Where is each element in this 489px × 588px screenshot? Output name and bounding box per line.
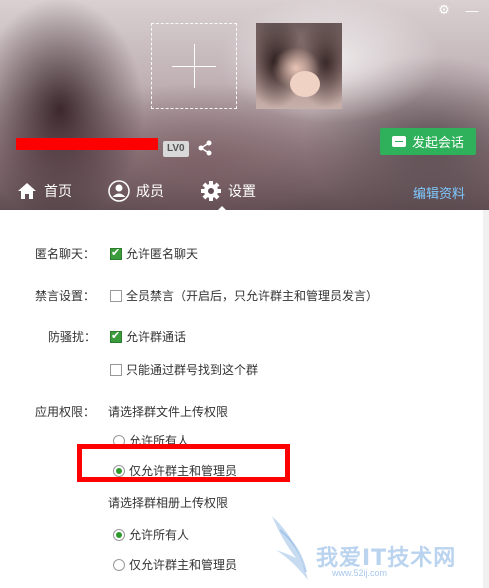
group-avatar[interactable]	[256, 23, 342, 109]
mute-all-option[interactable]: 全员禁言（开启后，只允许群主和管理员发言）	[110, 287, 378, 304]
window-controls: ⚙ —	[435, 2, 481, 18]
member-icon	[108, 180, 130, 202]
mute-setting-label: 禁言设置：	[35, 289, 96, 303]
mute-all-option-label: 全员禁言（开启后，只允许群主和管理员发言）	[126, 289, 379, 303]
album-permission-admin-radio[interactable]	[113, 558, 125, 571]
chat-icon	[391, 136, 406, 147]
edit-profile-link[interactable]: 编辑资料	[413, 183, 465, 202]
settings-panel	[0, 210, 489, 588]
album-permission-all-label: 允许所有人	[129, 528, 190, 542]
highlight-annotation-box	[77, 444, 290, 482]
group-header: ⚙ — LV0 发起会话 首页 成员 设置 编辑资料	[0, 0, 489, 210]
find-by-number-option[interactable]: 只能通过群号找到这个群	[110, 361, 258, 378]
avatar-photo-detail	[290, 71, 320, 97]
app-permission-label: 应用权限：	[35, 405, 96, 419]
redacted-group-name	[16, 138, 158, 150]
tab-members[interactable]: 成员	[108, 180, 164, 202]
minimize-icon[interactable]: —	[463, 2, 481, 18]
album-permission-all-radio[interactable]	[113, 528, 125, 541]
anon-chat-option[interactable]: 允许匿名聊天	[110, 245, 198, 262]
skin-icon[interactable]: ⚙	[435, 2, 453, 18]
home-icon	[16, 180, 38, 202]
find-by-number-checkbox[interactable]	[110, 363, 122, 376]
tab-settings[interactable]: 设置	[200, 180, 256, 210]
plus-icon-vertical	[194, 44, 195, 88]
mute-all-checkbox[interactable]	[110, 289, 122, 302]
start-chat-label: 发起会话	[411, 135, 464, 150]
allow-group-call-option[interactable]: 允许群通话	[110, 328, 186, 345]
anon-chat-checkbox[interactable]	[110, 246, 122, 260]
file-upload-permission-title: 请选择群文件上传权限	[108, 405, 229, 419]
start-chat-button[interactable]: 发起会话	[380, 128, 476, 155]
scrollbar[interactable]	[483, 210, 489, 588]
anti-harass-label: 防骚扰：	[48, 330, 97, 344]
tab-bar: 首页 成员 设置 编辑资料	[0, 172, 489, 210]
tab-home[interactable]: 首页	[16, 180, 72, 202]
anon-chat-option-label: 允许匿名聊天	[126, 247, 199, 261]
level-badge: LV0	[163, 141, 189, 157]
tab-members-label: 成员	[136, 183, 164, 199]
allow-group-call-label: 允许群通话	[126, 330, 187, 344]
album-permission-all-option[interactable]: 允许所有人	[113, 526, 189, 543]
share-icon[interactable]	[196, 139, 214, 157]
tab-settings-label: 设置	[228, 183, 256, 199]
allow-group-call-checkbox[interactable]	[110, 329, 122, 343]
add-photo-button[interactable]	[151, 23, 237, 109]
find-by-number-label: 只能通过群号找到这个群	[126, 363, 259, 377]
anon-chat-label: 匿名聊天：	[35, 247, 96, 261]
album-permission-admin-label: 仅允许群主和管理员	[129, 558, 238, 572]
tab-home-label: 首页	[44, 183, 72, 199]
album-upload-permission-title: 请选择群相册上传权限	[108, 496, 229, 510]
album-permission-admin-option[interactable]: 仅允许群主和管理员	[113, 556, 237, 573]
gear-icon	[200, 180, 222, 202]
